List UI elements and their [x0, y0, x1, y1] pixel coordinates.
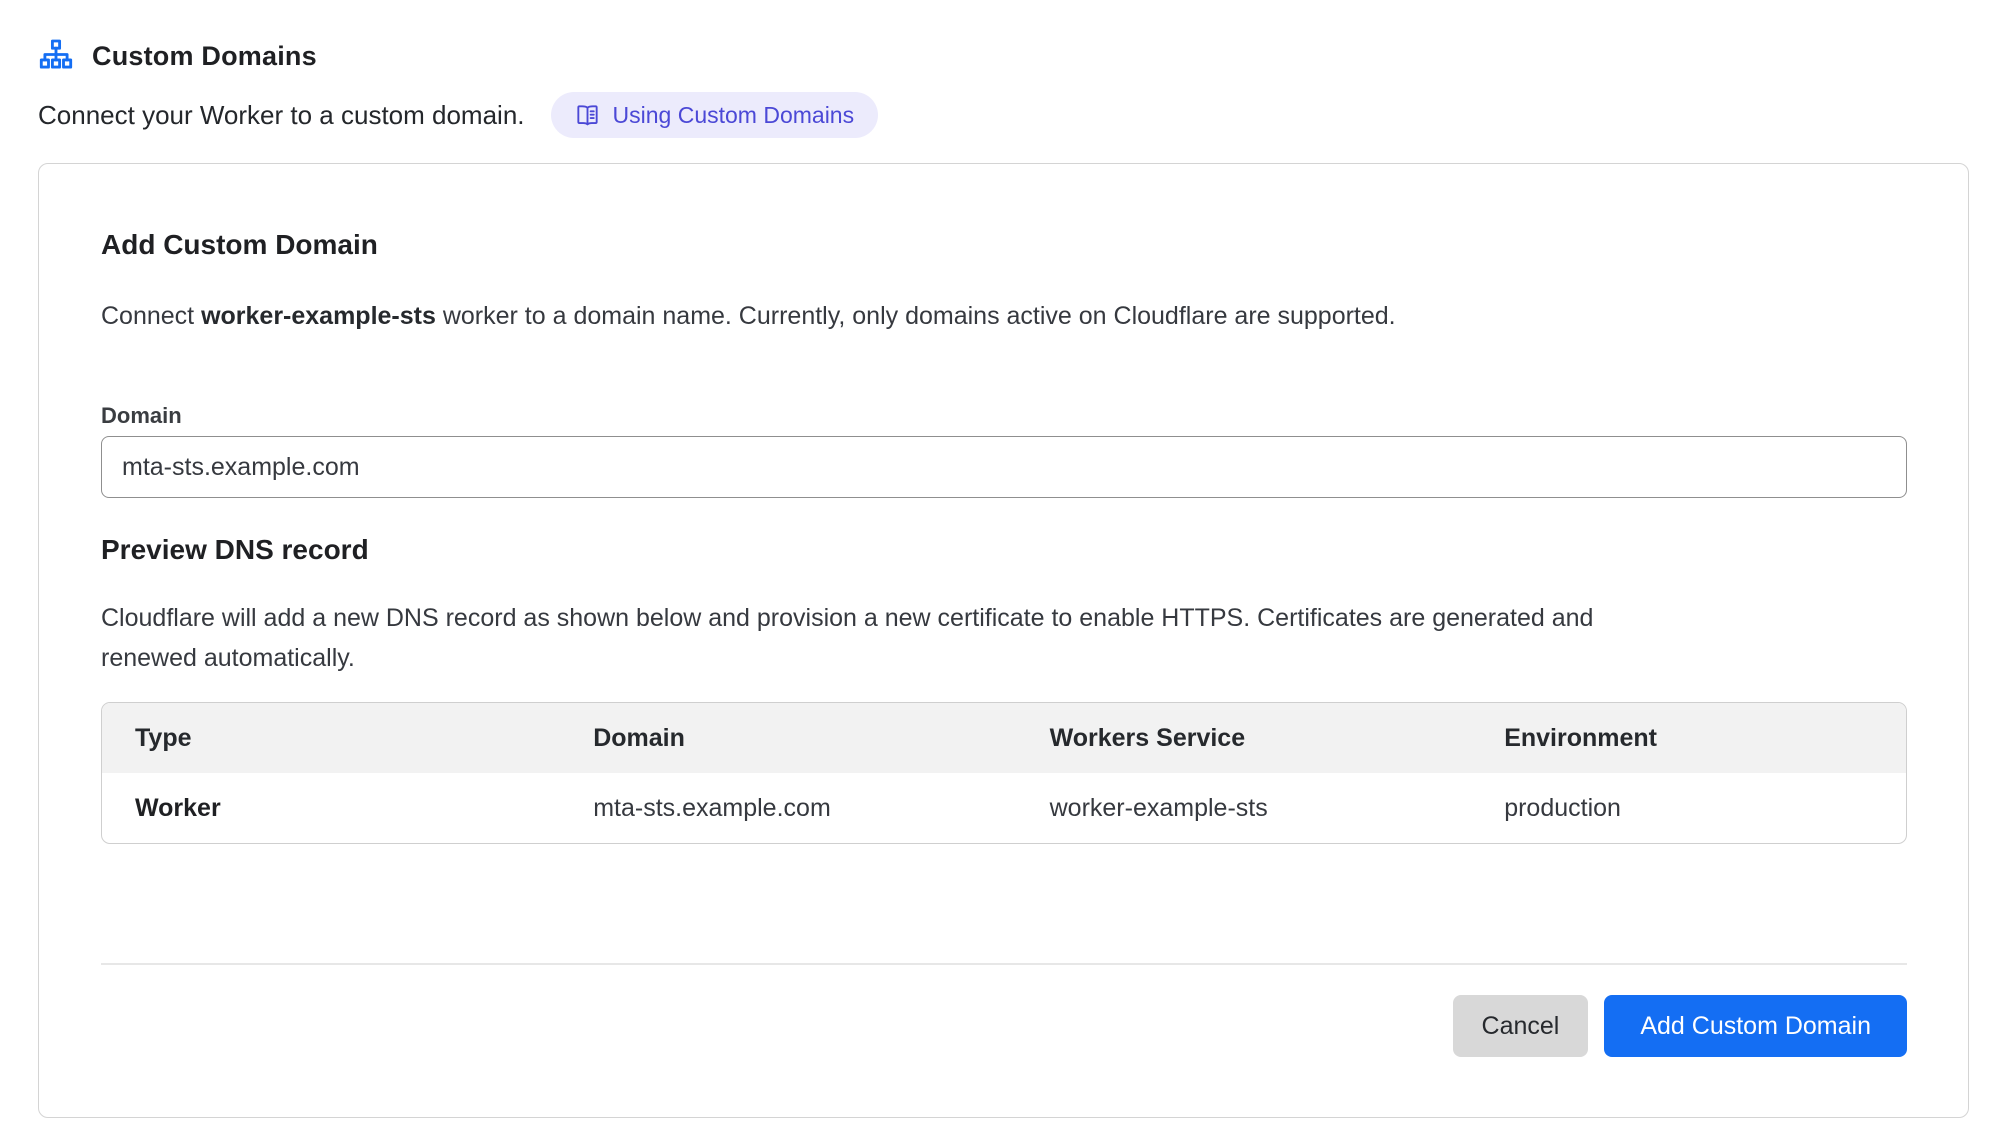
book-icon	[575, 103, 600, 128]
column-header-domain: Domain	[560, 724, 1016, 753]
docs-link-badge[interactable]: Using Custom Domains	[551, 92, 879, 138]
title-row: Custom Domains	[38, 36, 1999, 76]
intro-prefix: Connect	[101, 302, 201, 330]
column-header-workers-service: Workers Service	[1017, 724, 1472, 753]
subtitle-row: Connect your Worker to a custom domain. …	[38, 92, 1999, 138]
cell-domain: mta-sts.example.com	[560, 794, 1016, 823]
table-row: Worker mta-sts.example.com worker-exampl…	[102, 773, 1906, 843]
cell-workers-service: worker-example-sts	[1017, 794, 1472, 823]
intro-text: Connect worker-example-sts worker to a d…	[101, 299, 1907, 333]
domain-input[interactable]	[101, 436, 1907, 498]
page-header: Custom Domains Connect your Worker to a …	[0, 0, 1999, 138]
add-custom-domain-button[interactable]: Add Custom Domain	[1604, 995, 1907, 1057]
sitemap-icon	[38, 38, 74, 74]
docs-link-label: Using Custom Domains	[613, 102, 855, 129]
cancel-button[interactable]: Cancel	[1453, 995, 1589, 1057]
dns-preview-table: Type Domain Workers Service Environment …	[101, 702, 1907, 844]
table-header-row: Type Domain Workers Service Environment	[102, 703, 1906, 773]
card-heading: Add Custom Domain	[101, 227, 1907, 263]
worker-name: worker-example-sts	[201, 302, 436, 330]
cell-type: Worker	[102, 794, 560, 823]
action-buttons: Cancel Add Custom Domain	[101, 995, 1907, 1057]
domain-field-label: Domain	[101, 403, 1907, 429]
intro-suffix: worker to a domain name. Currently, only…	[436, 302, 1396, 330]
add-custom-domain-card: Add Custom Domain Connect worker-example…	[38, 163, 1969, 1118]
column-header-environment: Environment	[1471, 724, 1906, 753]
preview-dns-description: Cloudflare will add a new DNS record as …	[101, 598, 1661, 678]
column-header-type: Type	[102, 724, 560, 753]
page-subtitle: Connect your Worker to a custom domain.	[38, 100, 525, 131]
preview-dns-heading: Preview DNS record	[101, 532, 1907, 568]
footer-divider	[101, 963, 1907, 965]
cell-environment: production	[1471, 794, 1906, 823]
page-title: Custom Domains	[92, 41, 317, 72]
